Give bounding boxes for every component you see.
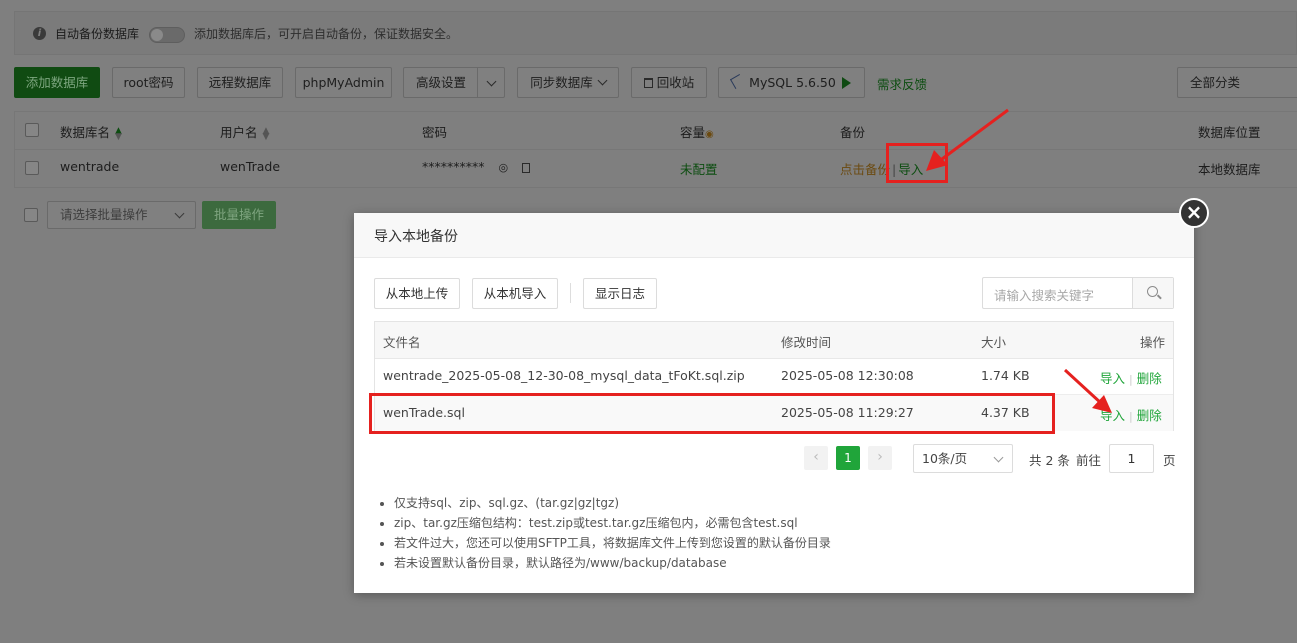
arrow-icon (926, 108, 1009, 171)
arrow-icon (1063, 368, 1112, 413)
annotation-arrows (926, 108, 1112, 413)
